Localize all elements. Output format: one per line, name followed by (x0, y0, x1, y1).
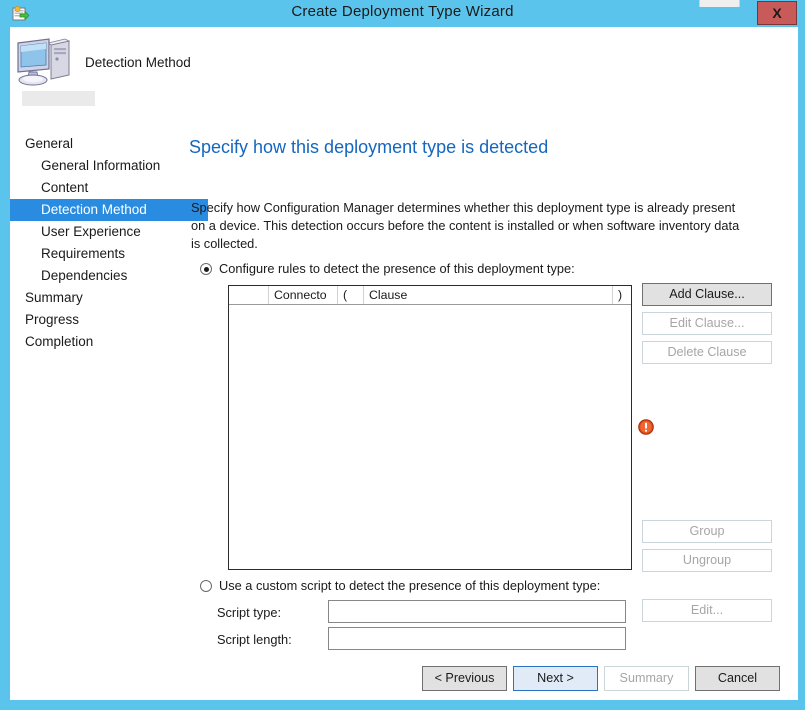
wizard-client-area: Detection Method General General Informa… (10, 27, 798, 700)
nav-highlight-artifact (22, 91, 95, 106)
sidebar-item-progress[interactable]: Progress (10, 309, 79, 331)
script-length-label: Script length: (217, 632, 292, 647)
page-header-label: Detection Method (85, 55, 191, 70)
edit-clause-button: Edit Clause... (642, 312, 772, 335)
sidebar-item-detection-method[interactable]: Detection Method (10, 199, 208, 221)
script-length-input[interactable] (328, 627, 626, 650)
sidebar-item-content[interactable]: Content (10, 177, 88, 199)
radio-custom-script-label: Use a custom script to detect the presen… (219, 578, 601, 593)
column-header-close-paren[interactable]: ) (613, 286, 631, 304)
window-title: Create Deployment Type Wizard (291, 3, 514, 20)
summary-button: Summary (604, 666, 689, 691)
script-type-label: Script type: (217, 605, 282, 620)
radio-configure-rules[interactable]: Configure rules to detect the presence o… (200, 261, 575, 276)
wizard-step-nav: General General Information Content Dete… (10, 91, 208, 691)
sidebar-item-general-information[interactable]: General Information (10, 155, 160, 177)
group-button: Group (642, 520, 772, 543)
next-button[interactable]: Next > (513, 666, 598, 691)
radio-custom-script[interactable]: Use a custom script to detect the presen… (200, 578, 600, 593)
page-title: Specify how this deployment type is dete… (189, 137, 549, 157)
sidebar-item-dependencies[interactable]: Dependencies (10, 265, 127, 287)
detection-rules-list-header: Connecto ( Clause ) (229, 286, 631, 305)
sidebar-item-user-experience[interactable]: User Experience (10, 221, 141, 243)
title-bar: Create Deployment Type Wizard X (0, 0, 805, 27)
wizard-window: Create Deployment Type Wizard X Detectio… (0, 0, 805, 710)
computer-icon (15, 35, 77, 89)
radio-configure-rules-indicator (200, 263, 212, 275)
cancel-button[interactable]: Cancel (695, 666, 780, 691)
page-description: Specify how Configuration Manager determ… (191, 200, 740, 251)
previous-button[interactable]: < Previous (422, 666, 507, 691)
column-header-open-paren[interactable]: ( (338, 286, 364, 304)
error-icon (638, 419, 654, 435)
script-type-input[interactable] (328, 600, 626, 623)
sidebar-item-general[interactable]: General (10, 133, 73, 155)
sidebar-item-completion[interactable]: Completion (10, 331, 93, 353)
close-button[interactable]: X (757, 1, 797, 25)
edit-script-button: Edit... (642, 599, 772, 622)
add-clause-button[interactable]: Add Clause... (642, 283, 772, 306)
radio-custom-script-indicator (200, 580, 212, 592)
radio-configure-rules-label: Configure rules to detect the presence o… (219, 261, 575, 276)
column-header-clause[interactable]: Clause (364, 286, 613, 304)
sidebar-item-requirements[interactable]: Requirements (10, 243, 125, 265)
delete-clause-button: Delete Clause (642, 341, 772, 364)
background-window-edge (699, 0, 740, 7)
detection-rules-list[interactable]: Connecto ( Clause ) (228, 285, 632, 570)
column-header-blank[interactable] (229, 286, 269, 304)
ungroup-button: Ungroup (642, 549, 772, 572)
sidebar-item-summary[interactable]: Summary (10, 287, 83, 309)
column-header-connector[interactable]: Connecto (269, 286, 338, 304)
